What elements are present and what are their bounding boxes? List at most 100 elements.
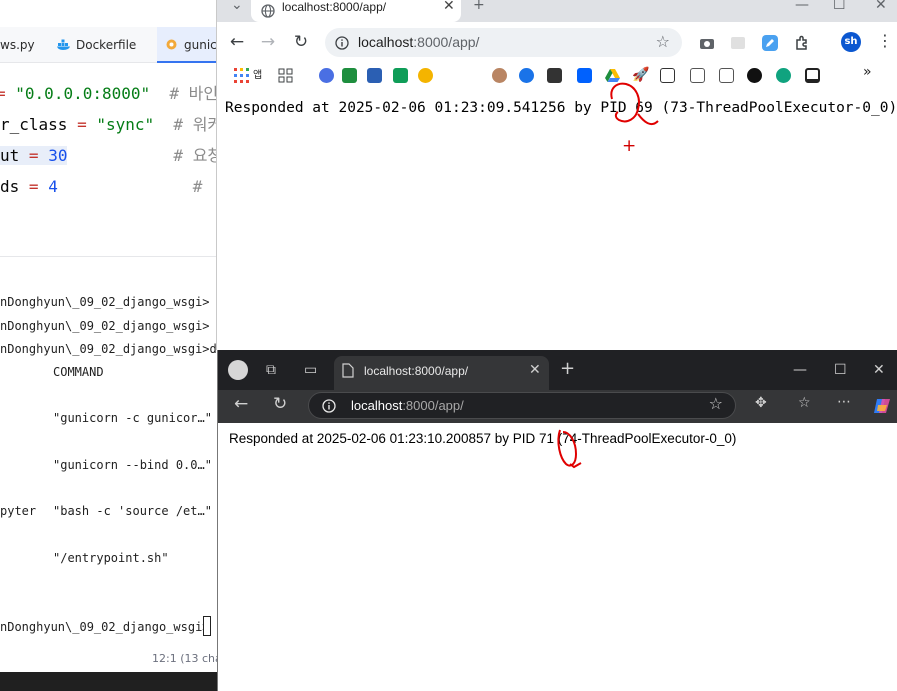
terminal-prompt: nDonghyun\_09_02_django_wsgi> xyxy=(0,295,210,309)
terminal-row-name: pyter xyxy=(0,504,37,518)
new-tab-button[interactable]: + xyxy=(473,0,485,13)
terminal-prompt: nDonghyun\_09_02_django_wsgi>do xyxy=(0,342,218,356)
url-text: localhost:8000/app/ xyxy=(351,393,464,419)
bookmark-icon[interactable] xyxy=(418,68,433,83)
address-bar[interactable]: localhost:8000/app/ ☆ xyxy=(325,28,682,57)
extensions-puzzle-icon[interactable]: ✥ xyxy=(755,395,767,411)
bookmark-icon[interactable] xyxy=(367,68,382,83)
rocket-bookmark-icon[interactable]: 🚀 xyxy=(632,68,649,83)
response-text: Responded at 2025-02-06 01:23:09.541256 … xyxy=(225,100,897,116)
string-literal: "sync" xyxy=(96,115,155,134)
page-content: Responded at 2025-02-06 01:23:10.200857 … xyxy=(221,423,897,691)
close-window-icon[interactable]: ✕ xyxy=(873,362,885,378)
workspaces-icon[interactable]: ⧉ xyxy=(266,362,276,378)
browser-tab[interactable]: localhost:8000/app/ ✕ xyxy=(334,356,549,390)
edge-window: ⧉ ▭ localhost:8000/app/ ✕ + — ☐ ✕ ← ↻ lo… xyxy=(217,350,897,691)
bookmark-icon[interactable] xyxy=(660,68,675,83)
chatgpt-bookmark-icon[interactable] xyxy=(776,68,791,83)
code-line-current: ut = 30 # 요청 xyxy=(0,142,218,170)
tab-title: localhost:8000/app/ xyxy=(282,0,387,14)
tab-strip: ⌄ localhost:8000/app/ ✕ + — ☐ ✕ xyxy=(217,0,897,22)
profile-avatar[interactable] xyxy=(228,360,248,380)
page-content: Responded at 2025-02-06 01:23:09.541256 … xyxy=(217,90,897,350)
terminal-prompt: nDonghyun\_09_02_django_wsgi> xyxy=(0,620,210,634)
bookmark-icon[interactable] xyxy=(342,68,357,83)
apps-grid-icon[interactable] xyxy=(234,68,249,83)
string-literal: "0.0.0.0:8000" xyxy=(15,84,151,103)
profile-avatar[interactable]: sh xyxy=(841,32,861,52)
url-path: :8000/app/ xyxy=(413,34,480,50)
reload-icon[interactable]: ↻ xyxy=(290,31,312,53)
bookmark-star-icon[interactable]: ☆ xyxy=(656,32,670,51)
more-menu-icon[interactable]: ⋮ xyxy=(877,31,893,50)
maximize-icon[interactable]: ☐ xyxy=(834,362,847,378)
address-bar[interactable]: localhost:8000/app/ ☆ xyxy=(308,392,736,419)
minimize-icon[interactable]: — xyxy=(795,0,809,13)
chrome-window: ⌄ localhost:8000/app/ ✕ + — ☐ ✕ ← → ↻ lo… xyxy=(216,0,897,350)
new-tab-button[interactable]: + xyxy=(560,358,575,379)
forward-icon[interactable]: → xyxy=(257,31,279,53)
editor-tab-dockerfile[interactable]: Dockerfile xyxy=(57,27,153,63)
bookmark-icon[interactable] xyxy=(492,68,507,83)
page-icon xyxy=(342,363,354,382)
tab-search-icon[interactable]: ⌄ xyxy=(231,0,243,13)
favorite-star-icon[interactable]: ☆ xyxy=(709,394,723,413)
copilot-icon[interactable] xyxy=(873,397,891,419)
docker-icon xyxy=(57,29,70,50)
terminal-row: "bash -c 'source /et…" xyxy=(53,504,212,518)
favorites-icon[interactable]: ☆ xyxy=(798,395,811,411)
edit-extension-icon[interactable] xyxy=(762,35,778,51)
editor-tab-gunicorn[interactable]: gunico xyxy=(157,27,218,63)
minimize-icon[interactable]: — xyxy=(793,362,807,378)
tab-actions-icon[interactable]: ▭ xyxy=(304,362,317,378)
close-tab-icon[interactable]: ✕ xyxy=(443,0,455,14)
bookmark-apps-label[interactable]: 앱 xyxy=(253,66,262,81)
comment: # xyxy=(192,177,203,196)
editor-tab-label: Dockerfile xyxy=(76,38,137,52)
terminal-row: "gunicorn --bind 0.0…" xyxy=(53,458,212,472)
globe-icon xyxy=(261,3,275,18)
more-menu-icon[interactable]: ⋯ xyxy=(837,394,851,410)
response-text: Responded at 2025-02-06 01:23:10.200857 … xyxy=(229,431,737,446)
editor-tab-label: ws.py xyxy=(0,38,35,52)
url-host: localhost xyxy=(351,398,403,413)
number-literal: 4 xyxy=(48,177,58,196)
ide-window: ws.py Dockerfile gunico = "0.0.0.0:8000"… xyxy=(0,0,218,691)
bookmark-icon[interactable] xyxy=(690,68,705,83)
tab-title: localhost:8000/app/ xyxy=(364,364,469,378)
bookmark-icon[interactable] xyxy=(519,68,534,83)
browser-tab[interactable]: localhost:8000/app/ ✕ xyxy=(251,0,461,22)
close-window-icon[interactable]: ✕ xyxy=(875,0,887,13)
bookmark-icon[interactable] xyxy=(805,68,820,83)
code-line: ds = 4 # xyxy=(0,173,202,201)
site-info-icon[interactable] xyxy=(335,35,349,50)
identifier: ds xyxy=(0,177,20,196)
bookmark-icon[interactable] xyxy=(719,68,734,83)
operator: = xyxy=(28,177,39,196)
more-bookmarks-icon[interactable]: » xyxy=(863,64,872,80)
extension-icon[interactable] xyxy=(730,35,746,51)
bookmark-icon[interactable] xyxy=(547,68,562,83)
back-icon[interactable]: ← xyxy=(234,394,248,414)
reload-icon[interactable]: ↻ xyxy=(273,394,287,414)
grid-bookmark-icon[interactable] xyxy=(278,68,293,83)
identifier: r_class xyxy=(0,115,68,134)
editor-tab-ws-py[interactable]: ws.py xyxy=(0,27,44,63)
status-bar-position[interactable]: 12:1 (13 chars xyxy=(0,646,218,672)
extensions-puzzle-icon[interactable] xyxy=(794,35,810,51)
code-editor[interactable]: = "0.0.0.0:8000" # 바인 r_class = "sync" #… xyxy=(0,78,218,248)
maximize-icon[interactable]: ☐ xyxy=(833,0,846,13)
google-drive-bookmark-icon[interactable] xyxy=(605,68,620,83)
camera-extension-icon[interactable] xyxy=(699,35,715,51)
terminal-row: "/entrypoint.sh" xyxy=(53,551,169,565)
bookmark-icon[interactable] xyxy=(393,68,408,83)
terminal-column-header: COMMAND xyxy=(53,365,104,379)
config-file-icon xyxy=(165,29,178,50)
chatgpt-bookmark-icon[interactable] xyxy=(747,68,762,83)
annotation-plus-mark: + xyxy=(622,136,637,156)
back-icon[interactable]: ← xyxy=(226,31,248,53)
dropbox-bookmark-icon[interactable] xyxy=(577,68,592,83)
site-info-icon[interactable] xyxy=(322,398,336,417)
bookmark-icon[interactable] xyxy=(319,68,334,83)
close-tab-icon[interactable]: ✕ xyxy=(529,362,541,378)
